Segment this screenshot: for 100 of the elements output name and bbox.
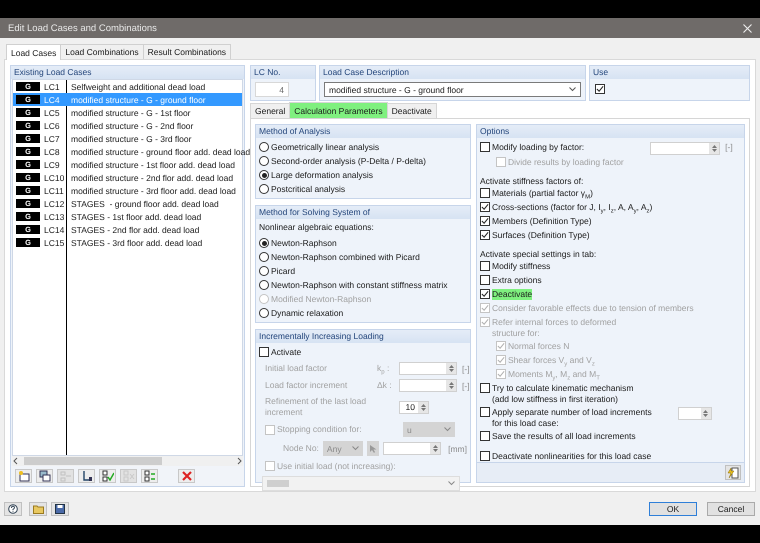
option-label: Use initial load (not increasing): (277, 460, 396, 472)
open-button[interactable] (29, 502, 47, 516)
symbol-label: k$_{p}$ : (377, 363, 390, 374)
option-label: Refer internal forces to deformed structure for: (492, 317, 616, 339)
toolbar-button[interactable] (78, 469, 95, 483)
option-label: Modify loading by factor: (492, 142, 584, 153)
ok-button[interactable]: OK (649, 502, 697, 516)
chevron-right-icon[interactable] (235, 457, 243, 465)
case-id: LC4 (44, 94, 60, 104)
checkbox[interactable] (480, 275, 490, 285)
radio-button[interactable] (259, 266, 269, 276)
case-id: LC10 (44, 172, 64, 182)
section-label: Nonlinear algebraic equations: (259, 222, 375, 233)
toolbar-button[interactable] (725, 465, 741, 480)
copy-window-icon (38, 470, 50, 482)
window-title: Edit Load Cases and Combinations (8, 22, 157, 34)
radio-button[interactable] (259, 238, 269, 248)
checkbox[interactable] (480, 407, 490, 417)
up-down-arrows-icon (448, 364, 454, 373)
tab[interactable]: Result Combinations (142, 44, 232, 59)
lightning-grid-icon (727, 466, 739, 478)
lc-number-field: 4 (255, 82, 289, 97)
case-id: LC13 (44, 212, 64, 222)
horizontal-scrollbar[interactable] (12, 456, 243, 466)
close-icon[interactable] (743, 24, 752, 32)
section-label: Activate special settings in tab: (480, 249, 598, 259)
field-label: Load factor increment (265, 380, 348, 391)
option-label: Shear forces V$_{y}$ and V$_{z}$ (508, 355, 595, 366)
case-id: LC5 (44, 108, 60, 118)
toolbar-button[interactable] (15, 469, 32, 483)
toolbar-button[interactable] (99, 469, 116, 483)
checkbox[interactable] (480, 202, 490, 212)
unit-label: [-] (462, 364, 470, 374)
radio-button[interactable] (259, 142, 269, 152)
option-label: Save the results of all load increments (492, 431, 636, 442)
case-description: STAGES - 2nd flor add. dead load (70, 224, 200, 234)
help-button[interactable] (4, 502, 22, 516)
checkbox[interactable] (480, 261, 490, 271)
tab[interactable]: General (250, 103, 290, 118)
unit-label: [-] (725, 142, 733, 152)
spin-field[interactable] (399, 379, 457, 392)
option-label: Stopping condition for: (277, 424, 363, 435)
option-label: Cross-sections (factor for J, I$_{y}$, I$_{z}$, A, A$_{y}$, A$_{z}$) (492, 202, 652, 213)
radio-button[interactable] (259, 280, 269, 290)
spin-field[interactable] (678, 407, 712, 420)
tab[interactable]: Calculation Parameters (289, 102, 388, 118)
checkbox[interactable] (480, 230, 490, 240)
toolbar-button[interactable] (141, 469, 158, 483)
toolbar-button[interactable] (36, 469, 53, 483)
option-label: Second-order analysis (P-Delta / P-delta) (271, 156, 426, 166)
option-label: Large deformation analysis (271, 170, 374, 180)
pick-button[interactable] (366, 441, 380, 456)
tab[interactable]: Load Cases (6, 44, 62, 60)
checkbox[interactable] (480, 383, 490, 393)
checkbox[interactable] (480, 451, 490, 461)
case-id: LC1 (44, 82, 60, 92)
checkbox[interactable] (595, 84, 605, 94)
checkbox[interactable] (480, 142, 490, 152)
spin-field[interactable] (650, 142, 720, 155)
description-combobox[interactable]: modified structure - G - ground floor (324, 82, 581, 97)
up-down-arrows-icon (420, 402, 426, 412)
chevron-left-icon[interactable] (12, 457, 20, 465)
radio-button[interactable] (259, 308, 269, 318)
case-description: STAGES - ground floor add. dead load (70, 198, 219, 208)
option-label: Surfaces (Definition Type) (492, 230, 590, 241)
option-label: Extra options (492, 275, 542, 286)
cancel-button[interactable]: Cancel (707, 502, 755, 516)
save-button[interactable] (51, 502, 69, 516)
field-label: Refinement of the last load increment (265, 396, 368, 418)
checkbox[interactable] (480, 289, 490, 299)
unit-label: [-] (462, 380, 470, 390)
up-down-arrows-icon (712, 144, 717, 153)
option-label: Apply separate number of load increments for this load case: (492, 407, 652, 429)
chevron-down-icon (444, 427, 451, 432)
option-label: Activate (271, 346, 302, 358)
case-id: LC15 (44, 238, 64, 248)
option-label: Picard (271, 266, 296, 276)
cursor-icon (368, 444, 378, 454)
radio-button[interactable] (259, 156, 269, 166)
case-description: modified structure - G - ground floor (70, 94, 206, 104)
checkbox[interactable] (259, 347, 269, 357)
option-label: Materials (partial factor γ$_{M}$) (492, 188, 593, 199)
checkbox[interactable] (480, 188, 490, 198)
renumber-icon (80, 470, 92, 482)
case-description: modified structure - G - 3rd floor (70, 134, 192, 144)
case-description: STAGES - 1st floor add. dead load (70, 212, 202, 222)
option-label: Moments M$_{y}$, M$_{z}$ and M$_{T}$ (508, 369, 600, 380)
checkbox[interactable] (480, 216, 490, 226)
spin-field[interactable] (399, 362, 457, 375)
tab[interactable]: Deactivate (386, 103, 437, 118)
radio-button[interactable] (259, 170, 269, 180)
group-title: Method for Solving System of (256, 206, 470, 219)
case-id: LC14 (44, 224, 64, 234)
case-id: LC8 (44, 146, 60, 156)
radio-button[interactable] (259, 252, 269, 262)
checkbox[interactable] (480, 431, 490, 441)
spin-field[interactable] (383, 442, 442, 455)
spin-field[interactable]: 10 (399, 400, 429, 414)
radio-button[interactable] (259, 184, 269, 194)
group-title: Existing Load Cases (11, 66, 244, 79)
